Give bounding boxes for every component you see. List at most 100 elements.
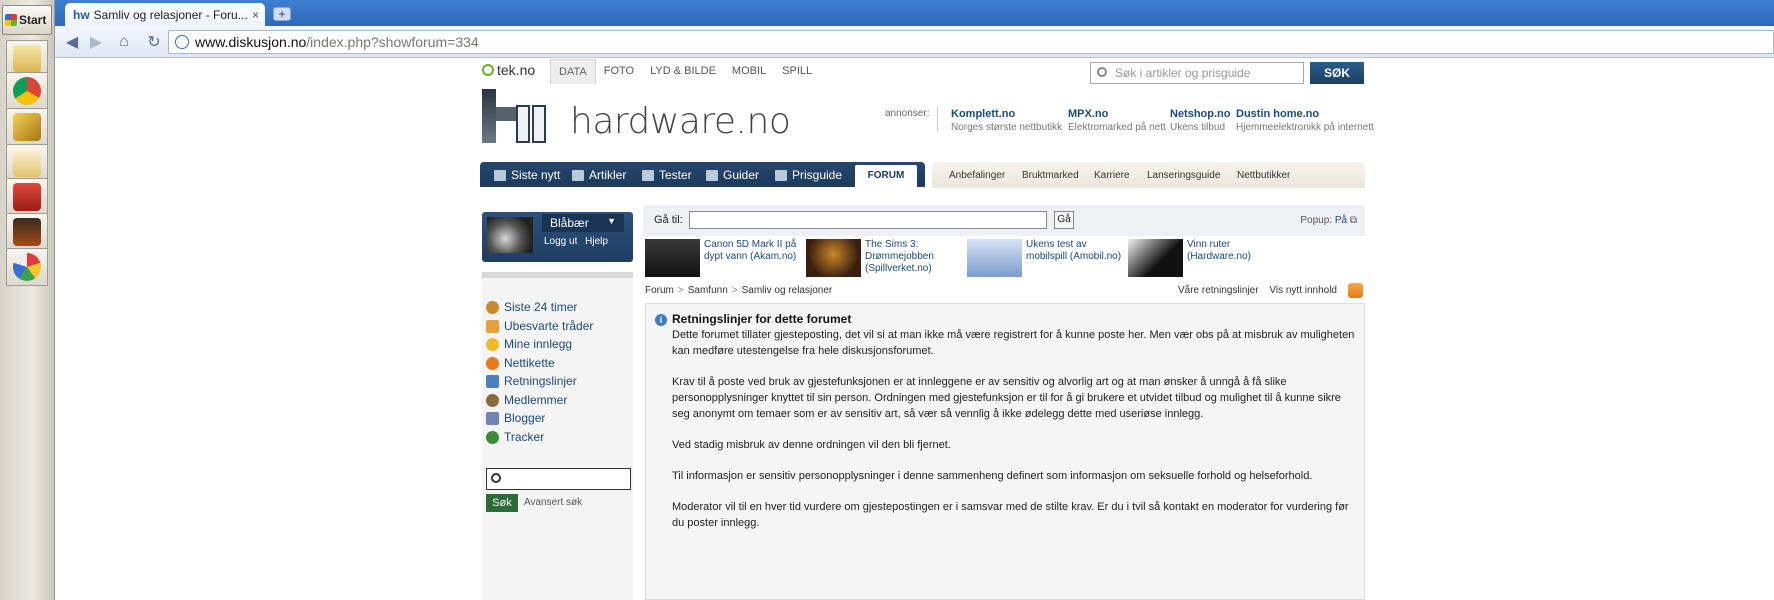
ad-desc: Hjemmeelektronikk på internett xyxy=(1236,122,1374,133)
avatar[interactable] xyxy=(487,217,533,253)
breadcrumb-samfunn[interactable]: Samfunn xyxy=(688,285,728,296)
video-icon[interactable] xyxy=(6,213,48,251)
new-tab-button[interactable]: + xyxy=(273,7,291,21)
breadcrumb-current[interactable]: Samliv og relasjoner xyxy=(742,285,833,296)
news-thumbnail xyxy=(967,239,1022,277)
paint-icon[interactable] xyxy=(6,248,48,286)
start-label: Start xyxy=(19,13,47,27)
sidebar-item-label: Retningslinjer xyxy=(504,374,577,388)
news-item[interactable]: Vinn ruter (Hardware.no) xyxy=(1128,239,1286,279)
nav-label: Guider xyxy=(723,168,760,182)
ad-mpx[interactable]: MPX.no Elektromarked på nett xyxy=(1068,108,1166,133)
news-title: Vinn ruter (Hardware.no) xyxy=(1187,239,1251,262)
sidebar-item-retningslinjer[interactable]: Retningslinjer xyxy=(486,374,577,388)
forward-icon[interactable]: ▶ xyxy=(85,31,107,53)
breadcrumb: Forum > Samfunn > Samliv og relasjoner xyxy=(645,285,832,296)
nav-guider[interactable]: Guider xyxy=(706,168,759,182)
users-icon xyxy=(486,393,499,407)
rss-icon[interactable] xyxy=(1348,283,1363,298)
news-item[interactable]: The Sims 3: Drømmejobben (Spillverket.no… xyxy=(806,239,964,279)
back-icon[interactable]: ◀ xyxy=(61,31,83,53)
clock-icon xyxy=(486,300,499,314)
user-menu-button[interactable]: Blåbær ▼ xyxy=(542,214,624,232)
nav-tester[interactable]: Tester xyxy=(642,168,692,182)
topnav-data[interactable]: DATA xyxy=(550,59,596,84)
sidebar-item-tracker[interactable]: Tracker xyxy=(486,430,544,444)
chrome-icon[interactable] xyxy=(6,72,48,110)
envelope-icon xyxy=(486,319,499,333)
topnav-mobil[interactable]: MOBIL xyxy=(724,59,774,84)
power-icon xyxy=(482,64,494,76)
goto-input[interactable] xyxy=(689,211,1047,229)
nav-artikler[interactable]: Artikler xyxy=(572,168,626,182)
popup-toggle[interactable]: Popup: På ⧉ xyxy=(1300,215,1357,226)
sidebar-item-medlemmer[interactable]: Medlemmer xyxy=(486,393,567,407)
topnav-foto[interactable]: FOTO xyxy=(596,59,642,84)
ad-netshop[interactable]: Netshop.no Ukens tilbud xyxy=(1170,108,1231,133)
ads-divider xyxy=(937,106,938,132)
news-title: Canon 5D Mark II på dypt vann (Akam.no) xyxy=(704,239,797,262)
search-placeholder: Søk i artikler og prisguide xyxy=(1115,66,1251,80)
hw-favicon-icon: hw xyxy=(73,7,90,22)
new-content-link[interactable]: Vis nytt innhold xyxy=(1269,285,1337,296)
tab-close-icon[interactable]: × xyxy=(252,8,259,22)
tek-logo[interactable]: tek.no xyxy=(482,62,535,78)
logout-link[interactable]: Logg ut xyxy=(544,236,577,247)
sidebar-item-nettikette[interactable]: Nettikette xyxy=(486,356,555,370)
advanced-search-link[interactable]: Avansert søk xyxy=(524,497,582,508)
sidebar-item-label: Tracker xyxy=(504,430,545,444)
nav-label: Siste nytt xyxy=(511,168,561,182)
breadcrumb-separator: > xyxy=(731,285,738,296)
site-search-button[interactable]: SØK xyxy=(1310,62,1364,84)
chevron-down-icon: ▼ xyxy=(607,216,616,226)
browser-toolbar: ◀ ▶ ⌂ ↻ www.diskusjon.no/index.php?showf… xyxy=(55,26,1774,58)
hw-logo-icon xyxy=(482,89,557,144)
goto-label: Gå til: xyxy=(654,214,683,226)
sidebar-item-ubesvarte[interactable]: Ubesvarte tråder xyxy=(486,319,593,333)
sidebar: Siste 24 timer Ubesvarte tråder Mine inn… xyxy=(482,272,633,600)
site-search-input[interactable]: Søk i artikler og prisguide xyxy=(1090,62,1304,84)
start-button[interactable]: Start xyxy=(2,5,52,35)
help-link[interactable]: Hjelp xyxy=(585,236,608,247)
home-icon[interactable]: ⌂ xyxy=(113,31,135,53)
sidebar-search-button[interactable]: Søk xyxy=(486,494,518,512)
sidebar-search-input[interactable] xyxy=(486,468,631,490)
mail-icon[interactable] xyxy=(6,144,48,182)
subnav-anbefalinger[interactable]: Anbefalinger xyxy=(949,170,1005,181)
guides-icon xyxy=(706,169,718,181)
address-bar[interactable]: www.diskusjon.no/index.php?showforum=334 xyxy=(168,30,1774,54)
subnav-bruktmarked[interactable]: Bruktmarked xyxy=(1022,170,1079,181)
editor-icon[interactable] xyxy=(6,108,48,146)
bug-icon xyxy=(486,430,499,444)
forum-actions: Våre retningslinjer Vis nytt innhold xyxy=(1170,285,1337,296)
ad-komplett[interactable]: Komplett.no Norges største nettbutikk xyxy=(951,108,1062,133)
goto-button[interactable]: Gå xyxy=(1054,211,1074,229)
sidebar-item-label: Nettikette xyxy=(504,356,555,370)
sidebar-item-label: Siste 24 timer xyxy=(504,300,578,314)
news-thumbnail xyxy=(1128,239,1183,277)
ad-dustin[interactable]: Dustin home.no Hjemmeelektronikk på inte… xyxy=(1236,108,1374,133)
reload-icon[interactable]: ↻ xyxy=(143,31,165,53)
news-item[interactable]: Canon 5D Mark II på dypt vann (Akam.no) xyxy=(645,239,803,279)
sidebar-item-siste-24-timer[interactable]: Siste 24 timer xyxy=(486,300,577,314)
hardware-brand[interactable]: hardware.no xyxy=(482,89,902,159)
nav-forum-tab[interactable]: FORUM xyxy=(855,165,917,187)
nav-prisguide[interactable]: Prisguide xyxy=(775,168,842,182)
subnav-lanseringsguide[interactable]: Lanseringsguide xyxy=(1147,170,1220,181)
news-strip: Canon 5D Mark II på dypt vann (Akam.no) … xyxy=(645,239,1365,279)
topnav-lyd-bilde[interactable]: LYD & BILDE xyxy=(642,59,724,84)
sidebar-item-mine-innlegg[interactable]: Mine innlegg xyxy=(486,337,572,351)
breadcrumb-forum[interactable]: Forum xyxy=(645,285,674,296)
forum-guidelines: i Retningslinjer for dette forumet Dette… xyxy=(645,303,1365,600)
sidebar-item-blogger[interactable]: Blogger xyxy=(486,411,545,425)
user-name: Blåbær xyxy=(550,216,589,230)
news-item[interactable]: Ukens test av mobilspill (Amobil.no) xyxy=(967,239,1125,279)
nav-siste-nytt[interactable]: Siste nytt xyxy=(494,168,560,182)
browser-tab[interactable]: hw Samliv og relasjoner - Foru... × xyxy=(65,3,265,26)
blog-icon xyxy=(486,411,499,425)
guidelines-link[interactable]: Våre retningslinjer xyxy=(1178,285,1259,296)
books-icon[interactable] xyxy=(6,178,48,216)
subnav-karriere[interactable]: Karriere xyxy=(1094,170,1130,181)
subnav-nettbutikker[interactable]: Nettbutikker xyxy=(1237,170,1290,181)
topnav-spill[interactable]: SPILL xyxy=(774,59,820,84)
